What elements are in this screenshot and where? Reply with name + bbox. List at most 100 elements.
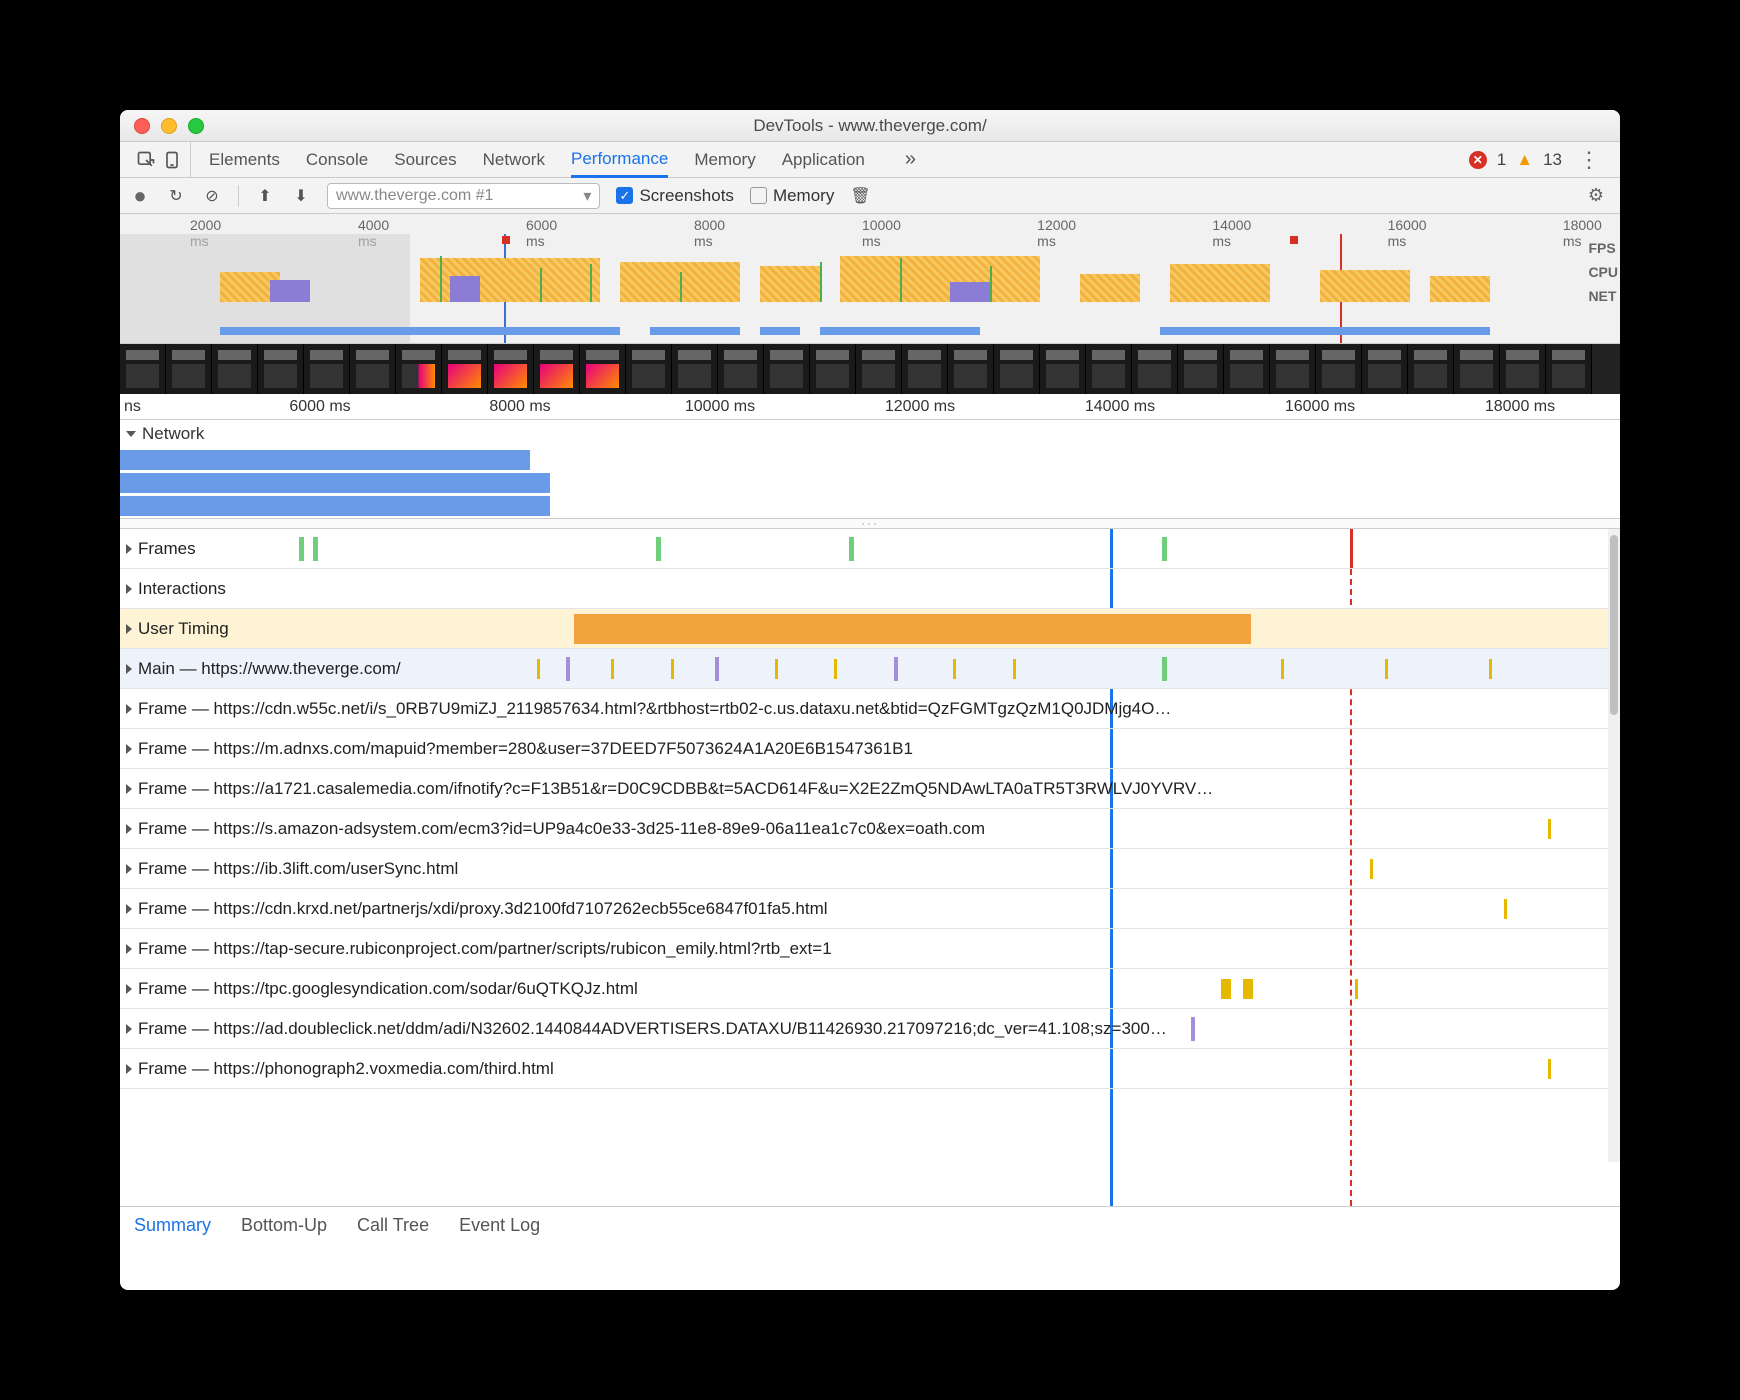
screenshots-checkbox[interactable]: ✓ Screenshots <box>616 186 734 206</box>
chevron-right-icon[interactable] <box>126 824 132 834</box>
chevron-down-icon[interactable] <box>126 431 136 437</box>
filmstrip-frame[interactable] <box>166 344 212 394</box>
filmstrip-frame[interactable] <box>1316 344 1362 394</box>
recording-dropdown[interactable]: www.theverge.com #1 ▾ <box>327 183 600 209</box>
chevron-right-icon[interactable] <box>126 584 132 594</box>
trash-icon[interactable]: 🗑 <box>850 186 870 206</box>
lane-frame-item[interactable]: Frame — https://a1721.casalemedia.com/if… <box>120 769 1620 809</box>
lane-frame-item[interactable]: Frame — https://tpc.googlesyndication.co… <box>120 969 1620 1009</box>
memory-checkbox[interactable]: Memory <box>750 186 834 206</box>
filmstrip-frame[interactable] <box>1362 344 1408 394</box>
btab-bottom-up[interactable]: Bottom-Up <box>241 1215 327 1236</box>
filmstrip-frame[interactable] <box>948 344 994 394</box>
btab-event-log[interactable]: Event Log <box>459 1215 540 1236</box>
filmstrip-frame[interactable] <box>626 344 672 394</box>
filmstrip-frame[interactable] <box>902 344 948 394</box>
filmstrip-frame[interactable] <box>1040 344 1086 394</box>
tab-elements[interactable]: Elements <box>209 142 280 177</box>
lane-frames[interactable]: Frames <box>120 529 1620 569</box>
lane-interactions[interactable]: Interactions <box>120 569 1620 609</box>
inspect-icon[interactable] <box>136 150 156 170</box>
lane-frame-item[interactable]: Frame — https://m.adnxs.com/mapuid?membe… <box>120 729 1620 769</box>
filmstrip[interactable] <box>120 344 1620 394</box>
chevron-right-icon[interactable] <box>126 1024 132 1034</box>
warning-count[interactable]: 13 <box>1543 150 1562 170</box>
chevron-right-icon[interactable] <box>126 904 132 914</box>
lane-user-timing[interactable]: User Timing <box>120 609 1620 649</box>
flame-chart[interactable]: Frames Interactions User Timing Main — h… <box>120 529 1620 1206</box>
filmstrip-frame[interactable] <box>718 344 764 394</box>
tab-application[interactable]: Application <box>782 142 865 177</box>
filmstrip-frame[interactable] <box>212 344 258 394</box>
filmstrip-frame[interactable] <box>534 344 580 394</box>
upload-icon[interactable]: ⬆ <box>255 186 275 206</box>
kebab-menu-icon[interactable]: ⋮ <box>1572 147 1606 173</box>
filmstrip-frame[interactable] <box>1408 344 1454 394</box>
tab-network[interactable]: Network <box>483 142 545 177</box>
chevron-right-icon[interactable] <box>126 784 132 794</box>
filmstrip-frame[interactable] <box>1454 344 1500 394</box>
filmstrip-frame[interactable] <box>672 344 718 394</box>
filmstrip-frame[interactable] <box>764 344 810 394</box>
error-count[interactable]: 1 <box>1497 150 1506 170</box>
filmstrip-frame[interactable] <box>580 344 626 394</box>
network-lane[interactable]: Network <box>120 420 1620 519</box>
filmstrip-frame[interactable] <box>1132 344 1178 394</box>
warning-icon[interactable]: ▲ <box>1516 150 1533 170</box>
filmstrip-frame[interactable] <box>856 344 902 394</box>
error-badge-icon[interactable]: ✕ <box>1469 151 1487 169</box>
reload-button[interactable]: ↻ <box>166 186 186 206</box>
filmstrip-frame[interactable] <box>1086 344 1132 394</box>
filmstrip-frame[interactable] <box>1500 344 1546 394</box>
more-tabs-icon[interactable]: » <box>905 142 916 177</box>
chevron-right-icon[interactable] <box>126 624 132 634</box>
clear-button[interactable]: ⊘ <box>202 186 222 206</box>
lane-frame-item[interactable]: Frame — https://cdn.krxd.net/partnerjs/x… <box>120 889 1620 929</box>
splitter-handle[interactable]: ··· <box>120 519 1620 529</box>
filmstrip-frame[interactable] <box>1178 344 1224 394</box>
btab-summary[interactable]: Summary <box>134 1215 211 1236</box>
btab-call-tree[interactable]: Call Tree <box>357 1215 429 1236</box>
gear-icon[interactable]: ⚙ <box>1588 185 1610 206</box>
tab-memory[interactable]: Memory <box>694 142 755 177</box>
lane-frame-item[interactable]: Frame — https://phonograph2.voxmedia.com… <box>120 1049 1620 1089</box>
filmstrip-frame[interactable] <box>350 344 396 394</box>
tab-performance[interactable]: Performance <box>571 142 668 178</box>
filmstrip-frame[interactable] <box>1224 344 1270 394</box>
overview-pane[interactable]: 2000 ms 4000 ms 6000 ms 8000 ms 10000 ms… <box>120 214 1620 344</box>
chevron-right-icon[interactable] <box>126 544 132 554</box>
chevron-right-icon[interactable] <box>126 704 132 714</box>
lane-frame-item[interactable]: Frame — https://ib.3lift.com/userSync.ht… <box>120 849 1620 889</box>
titlebar: DevTools - www.theverge.com/ <box>120 110 1620 142</box>
filmstrip-frame[interactable] <box>488 344 534 394</box>
lane-frame-item[interactable]: Frame — https://s.amazon-adsystem.com/ec… <box>120 809 1620 849</box>
download-icon[interactable]: ⬇ <box>291 186 311 206</box>
filmstrip-frame[interactable] <box>1270 344 1316 394</box>
vertical-scrollbar[interactable] <box>1608 529 1620 1162</box>
lane-frame-item[interactable]: Frame — https://tap-secure.rubiconprojec… <box>120 929 1620 969</box>
scrollbar-thumb[interactable] <box>1610 535 1618 715</box>
device-icon[interactable] <box>162 150 182 170</box>
filmstrip-frame[interactable] <box>258 344 304 394</box>
chevron-right-icon[interactable] <box>126 744 132 754</box>
chevron-right-icon[interactable] <box>126 1064 132 1074</box>
tab-sources[interactable]: Sources <box>394 142 456 177</box>
lane-main[interactable]: Main — https://www.theverge.com/ <box>120 649 1620 689</box>
filmstrip-frame[interactable] <box>304 344 350 394</box>
network-lane-label: Network <box>142 424 204 444</box>
record-button[interactable]: ● <box>130 183 150 209</box>
filmstrip-frame[interactable] <box>994 344 1040 394</box>
filmstrip-frame[interactable] <box>442 344 488 394</box>
chevron-right-icon[interactable] <box>126 664 132 674</box>
chevron-right-icon[interactable] <box>126 944 132 954</box>
chevron-right-icon[interactable] <box>126 984 132 994</box>
tab-console[interactable]: Console <box>306 142 368 177</box>
lane-frame-item[interactable]: Frame — https://ad.doubleclick.net/ddm/a… <box>120 1009 1620 1049</box>
filmstrip-frame[interactable] <box>396 344 442 394</box>
chevron-right-icon[interactable] <box>126 864 132 874</box>
lane-frame-item[interactable]: Frame — https://cdn.w55c.net/i/s_0RB7U9m… <box>120 689 1620 729</box>
overview-net <box>120 327 1572 337</box>
filmstrip-frame[interactable] <box>120 344 166 394</box>
filmstrip-frame[interactable] <box>1546 344 1592 394</box>
filmstrip-frame[interactable] <box>810 344 856 394</box>
